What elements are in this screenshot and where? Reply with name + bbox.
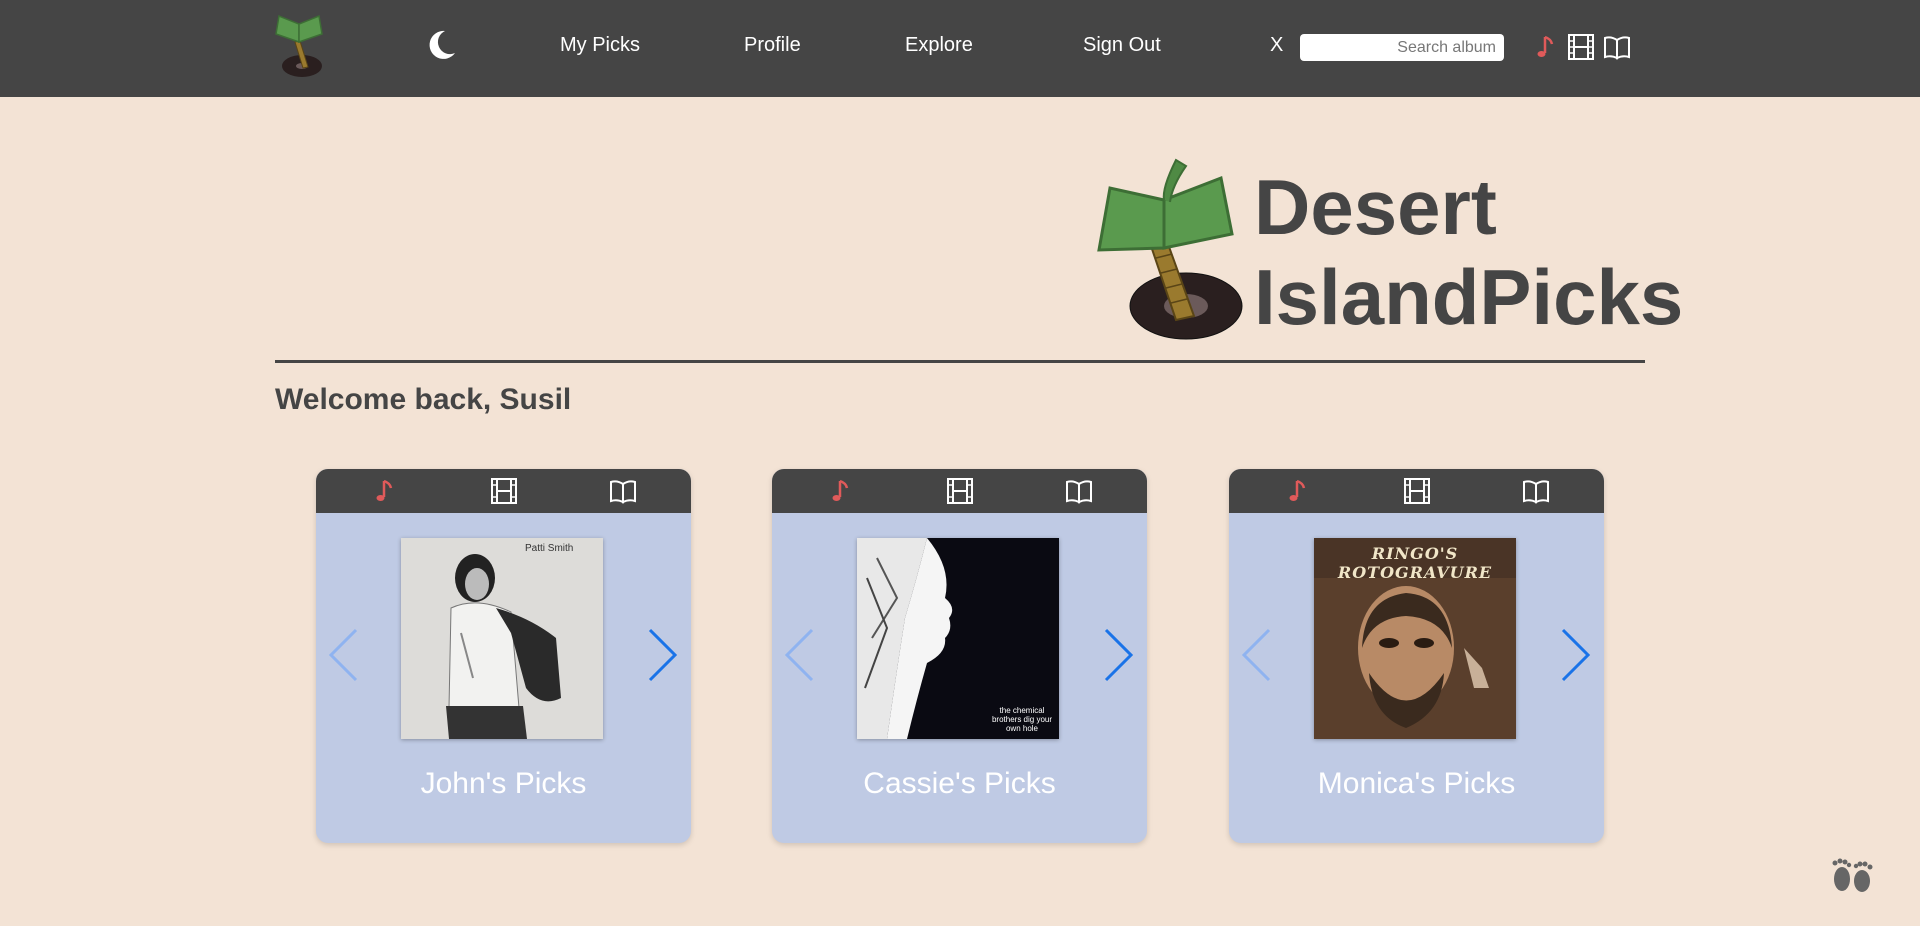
clear-search-button[interactable]: X [1270,34,1283,57]
card-title: Monica's Picks [1317,767,1516,800]
brand-title: Desert IslandPicks [1254,162,1683,342]
chevron-right-icon[interactable] [1102,626,1136,684]
card-title: John's Picks [420,767,587,800]
book-icon[interactable] [1602,32,1632,62]
top-nav: My Picks Profile Explore Sign Out X [0,0,1920,97]
music-note-icon[interactable] [370,476,400,506]
film-icon[interactable] [489,476,519,506]
welcome-heading: Welcome back, Susil [275,383,572,416]
album-cover-text: Patti Smith [525,543,574,554]
film-icon[interactable] [1402,476,1432,506]
album-cover[interactable]: RINGO'S ROTOGRAVURE [1314,538,1516,739]
moon-icon[interactable] [423,27,459,63]
card-category-tabs [316,469,691,513]
nav-profile[interactable]: Profile [744,34,801,57]
book-icon[interactable] [1064,476,1094,506]
picks-card-monica: RINGO'S ROTOGRAVURE Monica's Picks [1229,469,1604,843]
picks-card-cassie: the chemical brothers dig your own hole … [772,469,1147,843]
chevron-left-icon[interactable] [1239,626,1273,684]
card-category-tabs [1229,469,1604,513]
chevron-left-icon[interactable] [326,626,360,684]
music-note-icon[interactable] [1531,32,1561,62]
brand-title-line2: IslandPicks [1254,253,1684,341]
film-icon[interactable] [945,476,975,506]
album-cover-text: RINGO'S ROTOGRAVURE [1337,544,1493,582]
film-icon[interactable] [1566,32,1596,62]
album-cover[interactable]: Patti Smith [401,538,603,739]
card-title: Cassie's Picks [863,767,1056,800]
logo-icon[interactable] [273,12,327,78]
book-icon[interactable] [1521,476,1551,506]
chevron-left-icon[interactable] [782,626,816,684]
album-cover[interactable]: the chemical brothers dig your own hole [857,538,1059,739]
chevron-right-icon[interactable] [1559,626,1593,684]
nav-my-picks[interactable]: My Picks [560,34,640,57]
brand-logo-icon [1097,158,1243,340]
brand-divider [275,360,1645,363]
search-input[interactable] [1300,34,1504,61]
album-cover-text: the chemical brothers dig your own hole [991,706,1053,733]
nav-sign-out[interactable]: Sign Out [1083,34,1161,57]
card-category-tabs [772,469,1147,513]
music-note-icon[interactable] [826,476,856,506]
book-icon[interactable] [608,476,638,506]
chevron-right-icon[interactable] [646,626,680,684]
footprints-icon[interactable] [1828,855,1876,895]
brand-title-line1: Desert [1254,163,1497,251]
music-note-icon[interactable] [1283,476,1313,506]
picks-card-john: Patti Smith John's Picks [316,469,691,843]
nav-explore[interactable]: Explore [905,34,973,57]
